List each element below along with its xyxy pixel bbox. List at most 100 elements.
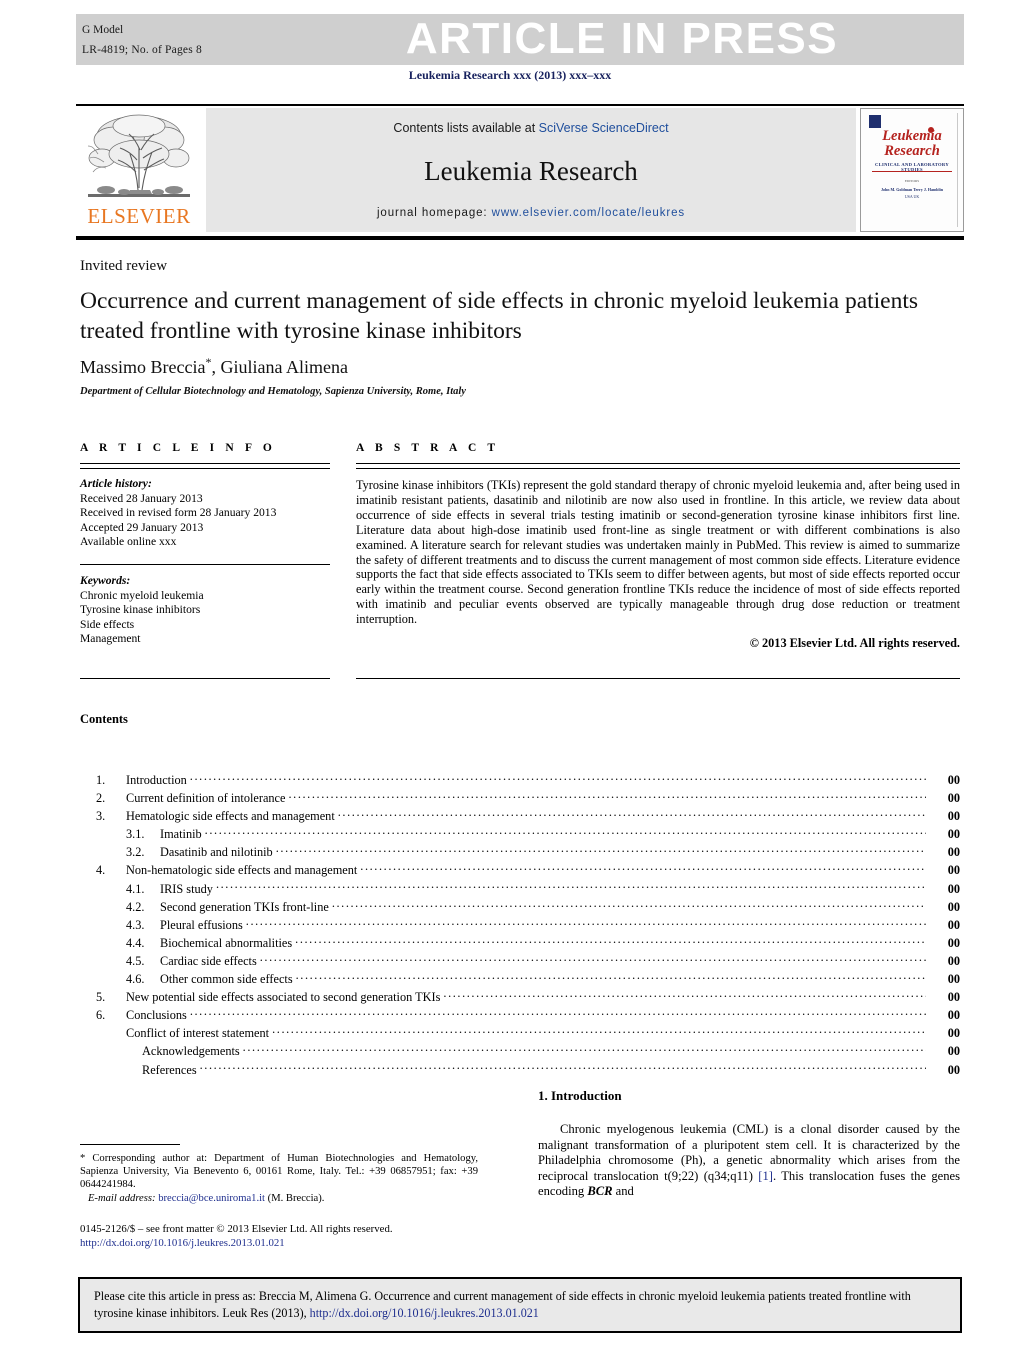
introduction-heading: 1. Introduction [538, 1088, 622, 1103]
toc-row[interactable]: 1. Introduction 00 [80, 770, 960, 788]
cite-doi-link[interactable]: http://dx.doi.org/10.1016/j.leukres.2013… [310, 1306, 539, 1320]
journal-reference-line: Leukemia Research xxx (2013) xxx–xxx [408, 68, 612, 82]
toc-row[interactable]: 6. Conclusions 00 [80, 1005, 960, 1023]
toc-label[interactable]: Introduction [126, 772, 190, 788]
history-item: Received in revised form 28 January 2013 [80, 506, 277, 520]
issn-copyright-line: 0145-2126/$ – see front matter © 2013 El… [80, 1223, 393, 1235]
gene-name-bcr: BCR [587, 1184, 613, 1199]
abstract-column: A B S T R A C T Tyrosine kinase inhibito… [356, 442, 960, 651]
contents-heading: Contents [80, 712, 128, 726]
toc-row[interactable]: 3.2. Dasatinib and nilotinib 00 [80, 842, 960, 860]
toc-page-number: 00 [947, 990, 960, 1005]
journal-cover-thumbnail: Leukemia Research CLINICAL AND LABORATOR… [860, 108, 964, 232]
toc-page-number: 00 [947, 917, 960, 932]
toc-row[interactable]: 4.4. Biochemical abnormalities 00 [80, 933, 960, 951]
toc-label[interactable]: Non-hematologic side effects and managem… [126, 862, 360, 878]
toc-label[interactable]: Acknowledgements [142, 1043, 243, 1059]
toc-row[interactable]: 5. New potential side effects associated … [80, 987, 960, 1005]
footnote-text: Corresponding author at: Department of H… [80, 1153, 478, 1191]
toc-leader-dots [246, 915, 926, 929]
table-of-contents: 1. Introduction 00 2. Current definition of … [80, 770, 960, 1078]
toc-leader-dots [190, 770, 926, 784]
toc-page-number: 00 [947, 935, 960, 950]
toc-label[interactable]: Conflict of interest statement [126, 1025, 272, 1041]
toc-number: 6. [96, 1008, 106, 1023]
reference-citation-1[interactable]: [1] [758, 1169, 773, 1183]
toc-label[interactable]: Current definition of intolerance [126, 790, 288, 806]
toc-row[interactable]: 2. Current definition of intolerance 00 [80, 788, 960, 806]
article-info-rule-2 [80, 468, 330, 469]
toc-label[interactable]: Dasatinib and nilotinib [160, 844, 276, 860]
article-history-label: Article history: [80, 477, 152, 490]
masthead-center-panel: Contents lists available at SciVerse Sci… [206, 108, 856, 232]
toc-label[interactable]: Imatinib [160, 826, 205, 842]
toc-label[interactable]: Other common side effects [160, 971, 296, 987]
article-type-label: Invited review [80, 258, 168, 274]
toc-leader-dots [243, 1041, 926, 1055]
toc-row[interactable]: 3.1. Imatinib 00 [80, 824, 960, 842]
toc-number: 4.5. [126, 953, 145, 968]
toc-label[interactable]: Biochemical abnormalities [160, 935, 295, 951]
author-email-link[interactable]: breccia@bce.uniroma1.it [158, 1193, 265, 1204]
article-info-heading: A R T I C L E I N F O [80, 442, 276, 454]
toc-number: 5. [96, 990, 106, 1005]
toc-leader-dots [288, 788, 926, 802]
g-model-block: G Model LR-4819; No. of Pages 8 [82, 20, 202, 60]
doi-link[interactable]: http://dx.doi.org/10.1016/j.leukres.2013… [80, 1236, 500, 1250]
toc-row[interactable]: References 00 [80, 1060, 960, 1078]
cover-title-line1: Leukemia [882, 128, 942, 144]
toc-label[interactable]: Second generation TKIs front-line [160, 899, 332, 915]
toc-page-number: 00 [947, 845, 960, 860]
abstract-bottom-rule [356, 678, 960, 679]
toc-row[interactable]: Conflict of interest statement 00 [80, 1023, 960, 1041]
toc-label[interactable]: New potential side effects associated to… [126, 989, 443, 1005]
toc-number: 4.2. [126, 899, 145, 914]
abstract-rule-2 [356, 468, 960, 469]
toc-label[interactable]: References [142, 1062, 200, 1078]
toc-label[interactable]: Pleural effusions [160, 917, 246, 933]
toc-leader-dots [272, 1023, 926, 1037]
abstract-heading: A B S T R A C T [356, 442, 500, 454]
homepage-url-link[interactable]: www.elsevier.com/locate/leukres [492, 207, 685, 219]
toc-row[interactable]: 4. Non-hematologic side effects and manag… [80, 860, 960, 878]
history-item: Received 28 January 2013 [80, 491, 203, 505]
article-info-column: A R T I C L E I N F O Article history: R… [80, 442, 330, 647]
cover-inner: Leukemia Research CLINICAL AND LABORATOR… [866, 113, 958, 227]
toc-number: 4.6. [126, 972, 145, 987]
journal-homepage-line: journal homepage: www.elsevier.com/locat… [206, 207, 856, 219]
toc-page-number: 00 [947, 809, 960, 824]
toc-label[interactable]: Cardiac side effects [160, 953, 260, 969]
article-info-rule-1 [80, 463, 330, 464]
toc-row[interactable]: 3. Hematologic side effects and managemen… [80, 806, 960, 824]
toc-row[interactable]: 4.1. IRIS study 00 [80, 879, 960, 897]
corresponding-author-footnote: * Corresponding author at: Department of… [80, 1152, 478, 1205]
toc-label[interactable]: IRIS study [160, 881, 216, 897]
toc-number: 3. [96, 809, 106, 824]
toc-label[interactable]: Conclusions [126, 1007, 190, 1023]
toc-row[interactable]: 4.6. Other common side effects 00 [80, 969, 960, 987]
cover-publisher-mark-icon [869, 115, 881, 128]
front-matter-block: 0145-2126/$ – see front matter © 2013 El… [80, 1222, 500, 1250]
toc-number: 4.1. [126, 881, 145, 896]
toc-label[interactable]: Hematologic side effects and management [126, 808, 338, 824]
elsevier-tree-icon [87, 114, 190, 197]
toc-number: 2. [96, 791, 106, 806]
toc-row[interactable]: 4.5. Cardiac side effects 00 [80, 951, 960, 969]
cover-editors-countries: USA UK [904, 194, 920, 199]
author-first: Massimo Breccia [80, 357, 206, 377]
toc-row[interactable]: Acknowledgements 00 [80, 1041, 960, 1059]
toc-page-number: 00 [947, 1062, 960, 1077]
keyword-item: Management [80, 632, 141, 646]
article-in-press-text: ARTICLE IN PRESS [405, 14, 839, 63]
keywords-label: Keywords: [80, 573, 131, 587]
toc-row[interactable]: 4.3. Pleural effusions 00 [80, 915, 960, 933]
email-address-label: E-mail address: [87, 1192, 156, 1204]
journal-masthead: ELSEVIER Contents lists available at Sci… [76, 108, 964, 232]
sciencedirect-link[interactable]: SciVerse ScienceDirect [539, 121, 669, 135]
toc-leader-dots [443, 987, 926, 1001]
toc-row[interactable]: 4.2. Second generation TKIs front-line 00 [80, 897, 960, 915]
masthead-top-rule [76, 104, 964, 106]
toc-page-number: 00 [947, 827, 960, 842]
toc-page-number: 00 [947, 1026, 960, 1041]
toc-number: 3.1. [126, 827, 145, 842]
